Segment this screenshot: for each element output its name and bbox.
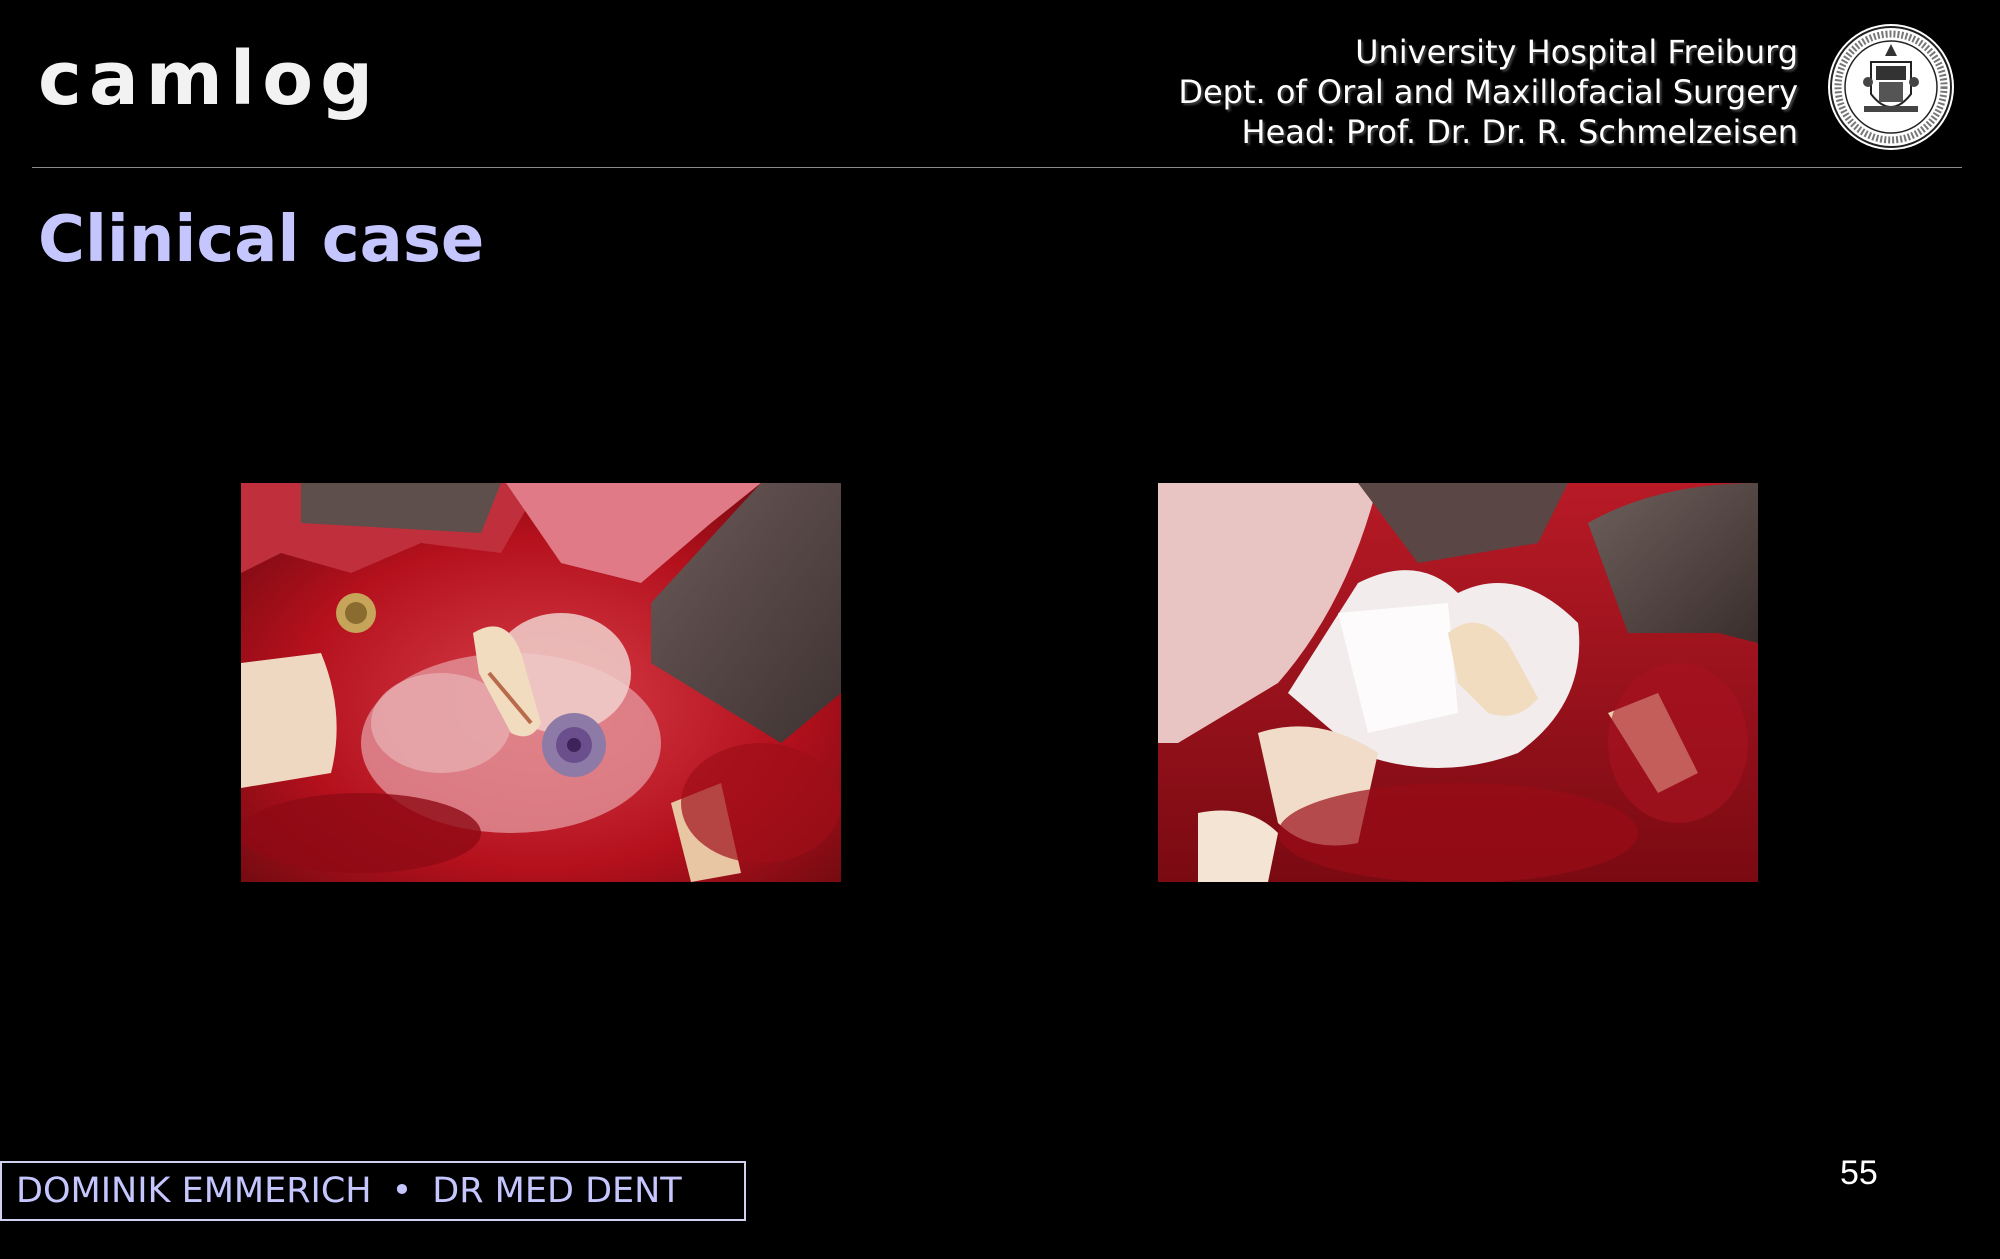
university-seal-icon (1828, 24, 1954, 150)
header-line-hospital: University Hospital Freiburg (1355, 33, 1798, 71)
header-divider (32, 167, 1962, 168)
camlog-logo: camlog (38, 36, 381, 122)
header-line-head: Head: Prof. Dr. Dr. R. Schmelzeisen (1241, 113, 1798, 151)
slide-title: Clinical case (38, 203, 485, 277)
institution-header: University Hospital Freiburg Dept. of Or… (1178, 32, 1798, 152)
clinical-photo-left (241, 483, 841, 882)
page-number: 55 (1840, 1154, 1878, 1192)
presenter-name: DOMINIK EMMERICH (16, 1171, 372, 1211)
presenter-footer: DOMINIK EMMERICH • DR MED DENT (0, 1161, 746, 1221)
clinical-photo-right (1158, 483, 1758, 882)
header-line-department: Dept. of Oral and Maxillofacial Surgery (1178, 73, 1798, 111)
presenter-degree: DR MED DENT (432, 1171, 682, 1211)
footer-separator: • (391, 1171, 413, 1211)
